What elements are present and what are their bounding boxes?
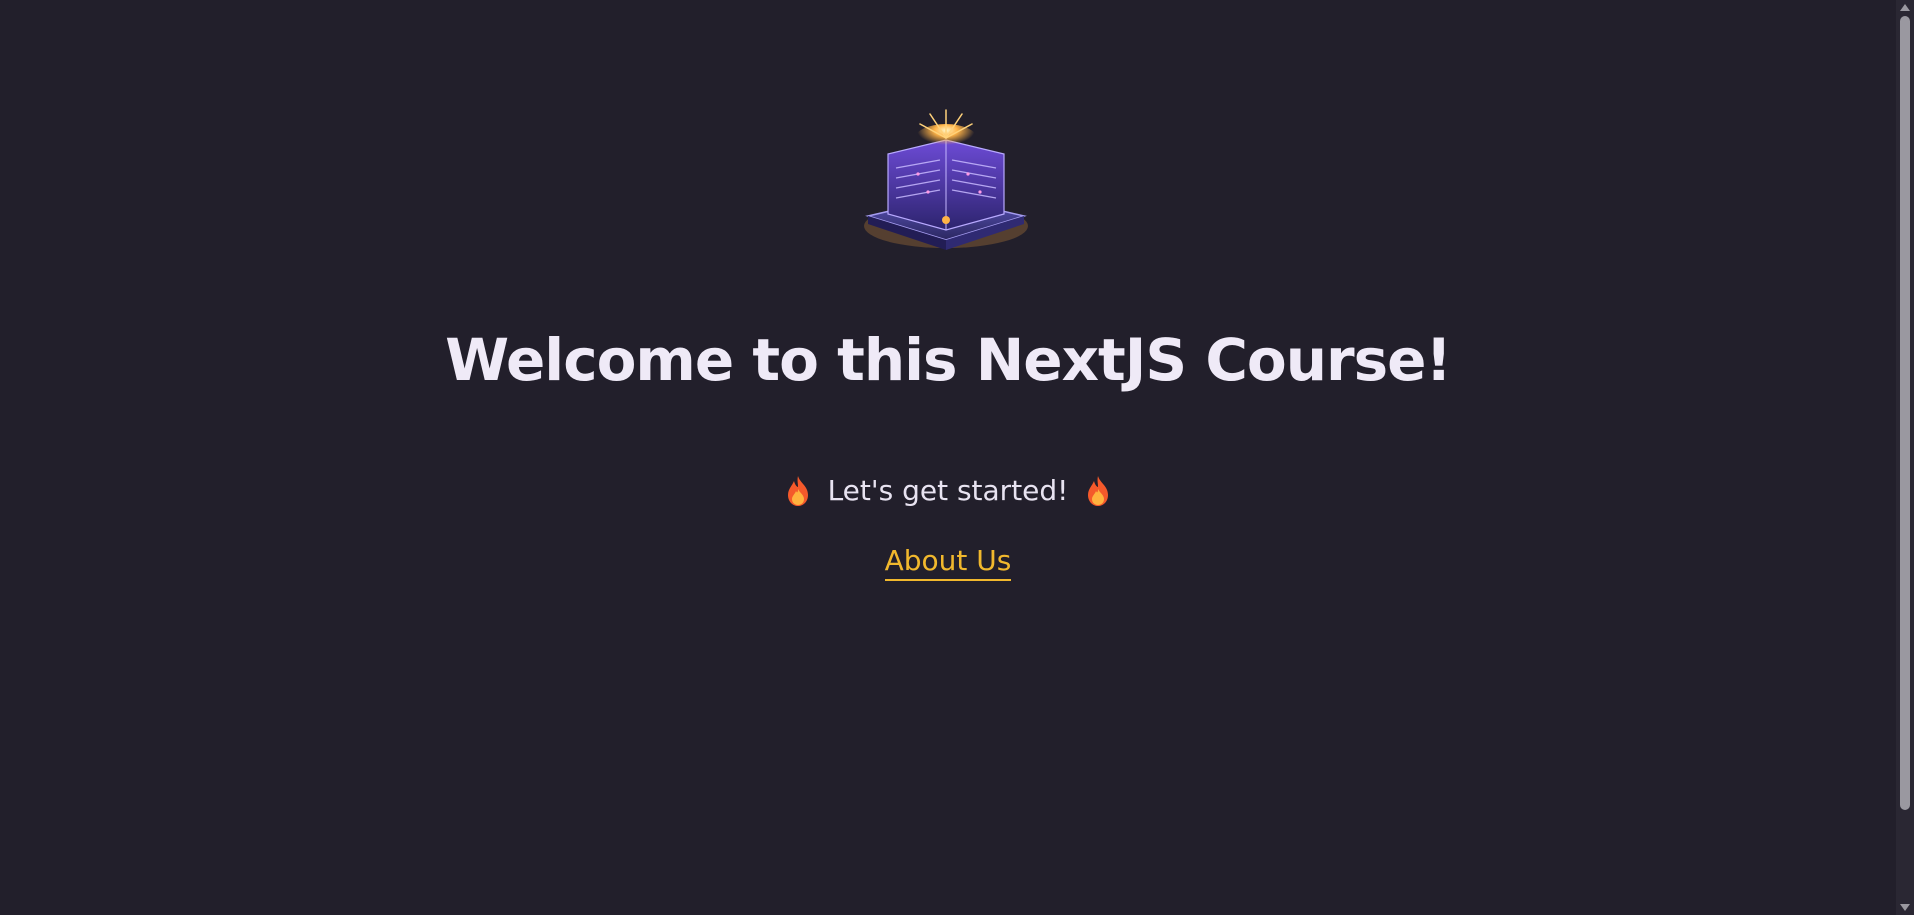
fire-icon xyxy=(787,475,808,506)
page: Welcome to this NextJS Course! Let's get… xyxy=(0,0,1896,915)
scroll-thumb[interactable] xyxy=(1900,16,1910,810)
vertical-scrollbar[interactable] xyxy=(1896,0,1914,915)
fire-icon xyxy=(1088,475,1109,506)
tagline-text: Let's get started! xyxy=(827,474,1069,507)
tagline: Let's get started! xyxy=(0,474,1896,507)
server-rack-sparkle-icon xyxy=(864,109,1028,250)
scroll-up-icon[interactable] xyxy=(1900,4,1910,11)
nav: About Us xyxy=(0,544,1896,581)
scroll-down-icon[interactable] xyxy=(1900,904,1910,911)
page-title: Welcome to this NextJS Course! xyxy=(445,326,1452,394)
about-us-link[interactable]: About Us xyxy=(884,544,1012,581)
